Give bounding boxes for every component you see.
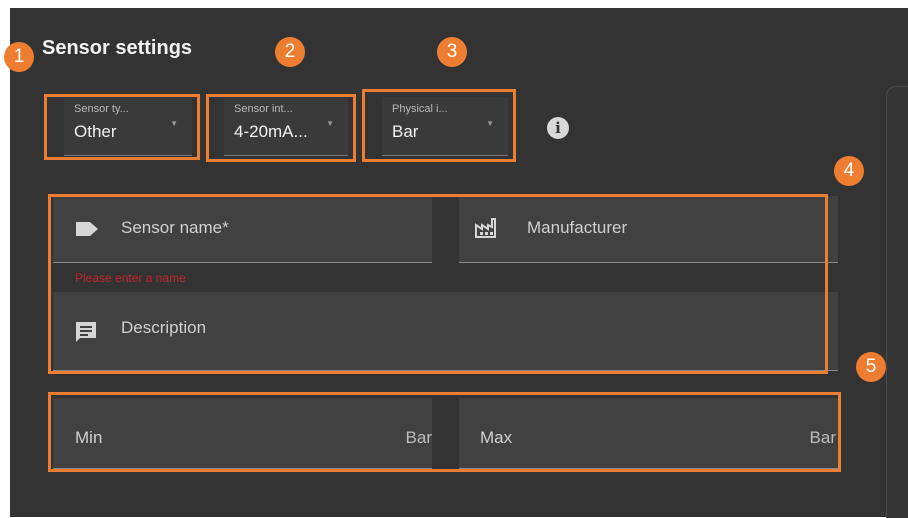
annotation-badge-5: 5 (856, 352, 886, 382)
annotation-badge-3: 3 (437, 37, 467, 67)
annotation-badge-2: 2 (275, 37, 305, 67)
highlight-box-1 (44, 94, 200, 160)
highlight-box-4 (48, 194, 828, 374)
annotation-badge-1: 1 (4, 42, 34, 72)
highlight-box-5 (48, 392, 841, 472)
side-panel-edge (886, 86, 908, 518)
highlight-box-3 (362, 89, 516, 162)
highlight-box-2 (206, 94, 356, 162)
annotation-badge-4: 4 (834, 156, 864, 186)
page-title: Sensor settings (42, 37, 193, 59)
info-icon[interactable]: i (547, 117, 569, 139)
